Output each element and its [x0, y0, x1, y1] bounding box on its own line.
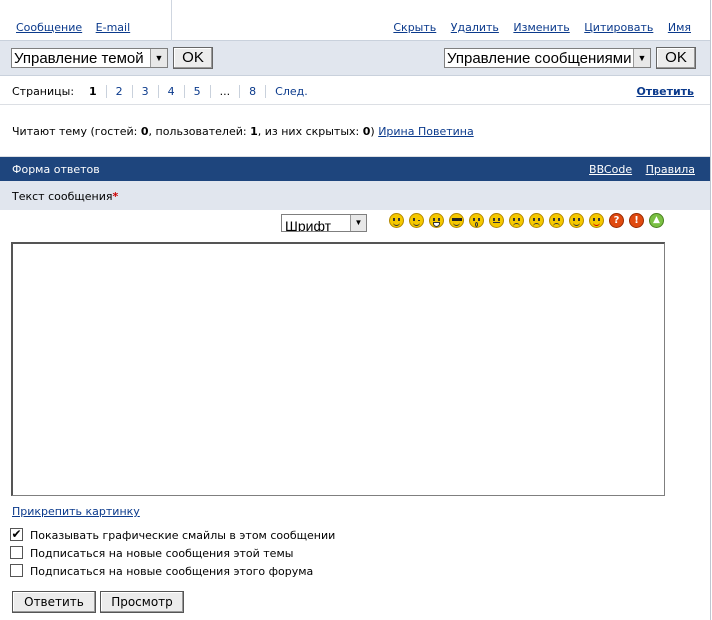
page-right-border [710, 0, 711, 620]
smile-icon[interactable] [389, 213, 404, 228]
name-link[interactable]: Имя [668, 21, 691, 34]
surprised-icon[interactable] [469, 213, 484, 228]
confused-icon[interactable] [569, 213, 584, 228]
exclamation-icon[interactable]: ! [629, 213, 644, 228]
show-smileys-checkbox[interactable]: ✔ [10, 528, 23, 541]
sad-icon[interactable] [509, 213, 524, 228]
message-management-value: Управление сообщениями [447, 50, 632, 67]
chevron-down-icon: ▼ [633, 49, 650, 67]
rules-link[interactable]: Правила [646, 163, 695, 176]
topic-management-select[interactable]: Управление темой ▼ [11, 48, 168, 68]
page-current: 1 [83, 85, 107, 98]
wink-icon[interactable] [409, 213, 424, 228]
message-ok-button[interactable]: OK [656, 47, 696, 69]
idea-icon[interactable]: ▲ [649, 213, 664, 228]
laugh-icon[interactable] [429, 213, 444, 228]
message-link[interactable]: Сообщение [16, 21, 82, 34]
readers-mid1: , пользователей: [148, 125, 251, 138]
message-label-text: Текст сообщения [12, 190, 113, 203]
cool-icon[interactable] [449, 213, 464, 228]
user-count: 1 [250, 125, 258, 138]
bbcode-link[interactable]: BBCode [589, 163, 632, 176]
edit-link[interactable]: Изменить [513, 21, 569, 34]
hide-link[interactable]: Скрыть [393, 21, 436, 34]
page-link[interactable]: 8 [240, 85, 267, 98]
pagination-label: Страницы: [12, 85, 75, 98]
quote-link[interactable]: Цитировать [584, 21, 653, 34]
page-link[interactable]: 4 [159, 85, 185, 98]
attach-image-link[interactable]: Прикрепить картинку [12, 505, 140, 518]
guest-count: 0 [140, 125, 149, 138]
message-management-select[interactable]: Управление сообщениями ▼ [444, 48, 651, 68]
subscribe-forum-checkbox[interactable] [10, 564, 23, 577]
next-page-link[interactable]: След. [266, 85, 317, 98]
reply-link[interactable]: Ответить [636, 85, 694, 98]
reply-form-title: Форма ответов [12, 163, 100, 176]
preview-button[interactable]: Просмотр [100, 591, 184, 613]
checkmark-icon: ✔ [11, 527, 22, 541]
page-link[interactable]: 3 [133, 85, 159, 98]
divider [171, 0, 172, 41]
show-smileys-label: Показывать графические смайлы в этом соо… [30, 529, 336, 542]
readers-mid2: , из них скрытых: [257, 125, 363, 138]
question-icon[interactable]: ? [609, 213, 624, 228]
topic-ok-button[interactable]: OK [173, 47, 213, 69]
required-mark: * [112, 190, 119, 203]
topic-readers: Читают тему (гостей: 0, пользователей: 1… [0, 105, 710, 157]
reply-form-header: Форма ответов BBCode Правила [0, 157, 710, 181]
readers-text: Читают тему (гостей: 0, пользователей: 1… [12, 125, 474, 138]
reply-button[interactable]: Ответить [12, 591, 96, 613]
page-ellipsis: ... [211, 85, 241, 98]
font-select-value: Шрифт [285, 218, 332, 232]
topic-management-value: Управление темой [14, 50, 144, 67]
email-link[interactable]: E-mail [96, 21, 131, 34]
cry-icon[interactable] [549, 213, 564, 228]
subscribe-topic-label: Подписаться на новые сообщения этой темы [30, 547, 294, 560]
reader-user-link[interactable]: Ирина Поветина [378, 125, 474, 138]
tongue-icon[interactable] [589, 213, 604, 228]
page-link[interactable]: 2 [107, 85, 133, 98]
message-label: Текст сообщения* [12, 190, 118, 203]
angry-icon[interactable] [529, 213, 544, 228]
page-numbers: 1 2 3 4 5... 8 След. [83, 85, 317, 98]
readers-suffix: ) [370, 125, 375, 138]
delete-link[interactable]: Удалить [451, 21, 499, 34]
message-actions-bar: Сообщение E-mail Скрыть Удалить Изменить… [0, 0, 710, 41]
chevron-down-icon: ▼ [150, 49, 167, 67]
chevron-down-icon: ▼ [350, 215, 366, 231]
message-label-bar: Текст сообщения* [0, 181, 710, 210]
subscribe-topic-checkbox[interactable] [10, 546, 23, 559]
neutral-icon[interactable] [489, 213, 504, 228]
font-select[interactable]: Шрифт ▼ [281, 214, 367, 232]
moderation-controls: Управление темой ▼ OK Управление сообщен… [0, 41, 710, 76]
page-link[interactable]: 5 [185, 85, 211, 98]
readers-prefix: Читают тему (гостей: [12, 125, 141, 138]
pagination: Страницы: 1 2 3 4 5... 8 След. Ответить [0, 77, 710, 105]
message-textarea[interactable] [11, 242, 665, 496]
subscribe-forum-label: Подписаться на новые сообщения этого фор… [30, 565, 314, 578]
